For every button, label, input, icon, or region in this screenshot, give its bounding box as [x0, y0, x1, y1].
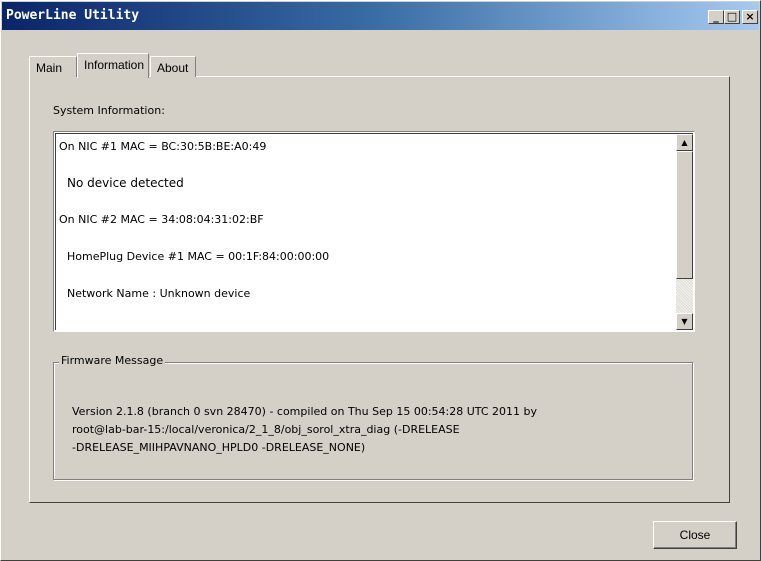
vertical-scrollbar[interactable]: ▲ ▼: [676, 134, 693, 330]
firmware-message-legend: Firmware Message: [59, 354, 166, 367]
firmware-line: -DRELEASE_MIIHPAVNANO_HPLD0 -DRELEASE_NO…: [72, 441, 366, 454]
list-item: No device detected: [67, 176, 184, 190]
minimize-icon: _: [713, 10, 719, 23]
list-item: On NIC #1 MAC = BC:30:5B:BE:A0:49: [59, 140, 267, 153]
system-information-list[interactable]: On NIC #1 MAC = BC:30:5B:BE:A0:49 No dev…: [53, 131, 695, 332]
firmware-line: Version 2.1.8 (branch 0 svn 28470) - com…: [72, 405, 538, 418]
firmware-line: root@lab-bar-15:/local/veronica/2_1_8/ob…: [72, 423, 460, 436]
arrow-down-icon: ▼: [681, 317, 688, 326]
list-content: On NIC #1 MAC = BC:30:5B:BE:A0:49 No dev…: [55, 133, 693, 330]
window-title: PowerLine Utility: [6, 8, 140, 23]
tab-information[interactable]: Information: [77, 53, 149, 78]
list-item: HomePlug Device #1 MAC = 00:1F:84:00:00:…: [67, 250, 330, 263]
list-item: On NIC #2 MAC = 34:08:04:31:02:BF: [59, 213, 264, 226]
list-item: Network Name : Unknown device: [67, 287, 251, 300]
arrow-up-icon: ▲: [681, 138, 688, 147]
firmware-message-text: Version 2.1.8 (branch 0 svn 28470) - com…: [72, 403, 682, 457]
title-bar[interactable]: PowerLine Utility _ □ ×: [2, 2, 759, 30]
close-button[interactable]: Close: [653, 521, 737, 549]
tab-main[interactable]: Main: [29, 56, 77, 77]
scrollbar-thumb[interactable]: [676, 151, 693, 279]
system-information-label: System Information:: [53, 104, 165, 117]
maximize-icon: □: [726, 10, 738, 23]
close-window-button[interactable]: ×: [742, 10, 758, 24]
scroll-up-button[interactable]: ▲: [676, 134, 693, 151]
scroll-down-button[interactable]: ▼: [676, 313, 693, 330]
close-icon: ×: [745, 10, 755, 23]
maximize-button[interactable]: □: [724, 10, 740, 24]
tab-about[interactable]: About: [150, 56, 196, 77]
app-window: PowerLine Utility _ □ × Main Information…: [0, 0, 761, 561]
minimize-button[interactable]: _: [708, 10, 724, 24]
